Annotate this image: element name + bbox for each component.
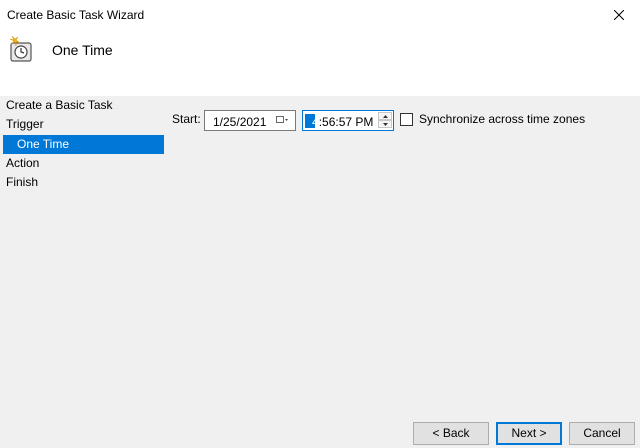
- start-label: Start:: [172, 112, 201, 126]
- chevron-down-icon: [382, 122, 388, 126]
- start-time-value: 4:56:57 PM: [312, 115, 373, 129]
- step-create-basic-task[interactable]: Create a Basic Task: [0, 96, 164, 115]
- page-title: One Time: [52, 42, 113, 58]
- start-date-picker[interactable]: 1/25/2021: [204, 110, 296, 131]
- start-time-picker[interactable]: 4:56:57 PM: [302, 110, 394, 131]
- time-spinner[interactable]: [378, 112, 392, 129]
- title-bar: Create Basic Task Wizard: [0, 0, 640, 30]
- next-button[interactable]: Next >: [496, 422, 562, 445]
- close-button[interactable]: [604, 2, 634, 28]
- spin-up-button[interactable]: [378, 112, 392, 120]
- back-button[interactable]: < Back: [413, 422, 489, 445]
- step-action[interactable]: Action: [0, 154, 164, 173]
- step-trigger[interactable]: Trigger: [0, 115, 164, 134]
- clock-icon: [9, 35, 32, 62]
- wizard-header: One Time: [0, 30, 640, 96]
- start-date-value: 1/25/2021: [213, 115, 267, 129]
- chevron-up-icon: [382, 114, 388, 118]
- time-rest: :56:57 PM: [318, 115, 374, 129]
- time-hour: 4: [312, 115, 319, 129]
- wizard-steps: Create a Basic Task Trigger One Time Act…: [0, 96, 164, 192]
- sync-time-zones-option[interactable]: Synchronize across time zones: [400, 112, 585, 126]
- sync-time-zones-label: Synchronize across time zones: [419, 112, 586, 126]
- calendar-dropdown-icon[interactable]: [276, 115, 288, 125]
- sync-time-zones-checkbox[interactable]: [400, 112, 413, 126]
- step-finish[interactable]: Finish: [0, 173, 164, 192]
- window-title: Create Basic Task Wizard: [7, 8, 145, 22]
- cancel-button[interactable]: Cancel: [569, 422, 635, 445]
- spin-down-button[interactable]: [378, 120, 392, 128]
- close-icon: [614, 10, 624, 20]
- step-one-time[interactable]: One Time: [3, 134, 164, 154]
